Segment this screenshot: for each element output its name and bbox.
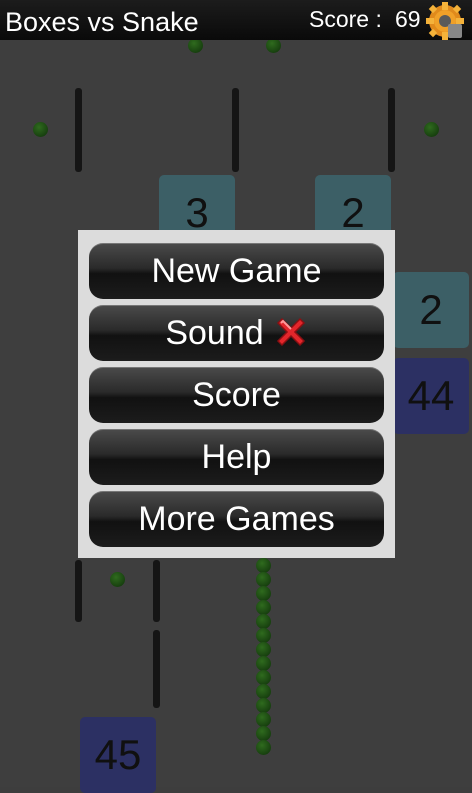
- snake-segment: [256, 656, 271, 671]
- new-game-button[interactable]: New Game: [89, 243, 384, 299]
- main-menu: New Game Sound Score Help More Games: [78, 230, 395, 558]
- food-dot: [188, 38, 203, 53]
- wall: [75, 88, 82, 172]
- help-button[interactable]: Help: [89, 429, 384, 485]
- wall: [388, 88, 395, 172]
- wall: [232, 88, 239, 172]
- snake-segment: [256, 670, 271, 685]
- snake-segment: [256, 600, 271, 615]
- snake-segment: [256, 712, 271, 727]
- red-x-icon: [276, 317, 305, 347]
- snake-segment: [256, 586, 271, 601]
- food-dot: [266, 38, 281, 53]
- snake-segment: [256, 642, 271, 657]
- number-box: 44: [393, 358, 469, 434]
- snake-segment: [256, 614, 271, 629]
- help-label: Help: [201, 438, 272, 476]
- number-box: 45: [80, 717, 156, 793]
- food-dot: [110, 572, 125, 587]
- snake-segment: [256, 726, 271, 741]
- gear-icon[interactable]: [426, 2, 464, 40]
- snake-segment: [256, 698, 271, 713]
- snake-segment: [256, 558, 271, 573]
- snake-segment: [256, 628, 271, 643]
- wall: [75, 560, 82, 622]
- snake-segment: [256, 740, 271, 755]
- snake-segment: [256, 572, 271, 587]
- snake-segment: [256, 684, 271, 699]
- more-games-button[interactable]: More Games: [89, 491, 384, 547]
- sound-button[interactable]: Sound: [89, 305, 384, 361]
- top-bar: Boxes vs Snake Score : 69: [0, 0, 472, 40]
- score-label: Score :: [309, 6, 382, 32]
- new-game-label: New Game: [151, 252, 322, 290]
- score-button-label: Score: [192, 376, 281, 414]
- wall: [153, 630, 160, 708]
- app-title: Boxes vs Snake: [5, 7, 199, 37]
- food-dot: [33, 122, 48, 137]
- more-games-label: More Games: [138, 500, 335, 538]
- score-value: 69: [395, 6, 421, 32]
- food-dot: [424, 122, 439, 137]
- number-box: 2: [393, 272, 469, 348]
- score-button[interactable]: Score: [89, 367, 384, 423]
- sound-label: Sound: [165, 314, 264, 352]
- wall: [153, 560, 160, 622]
